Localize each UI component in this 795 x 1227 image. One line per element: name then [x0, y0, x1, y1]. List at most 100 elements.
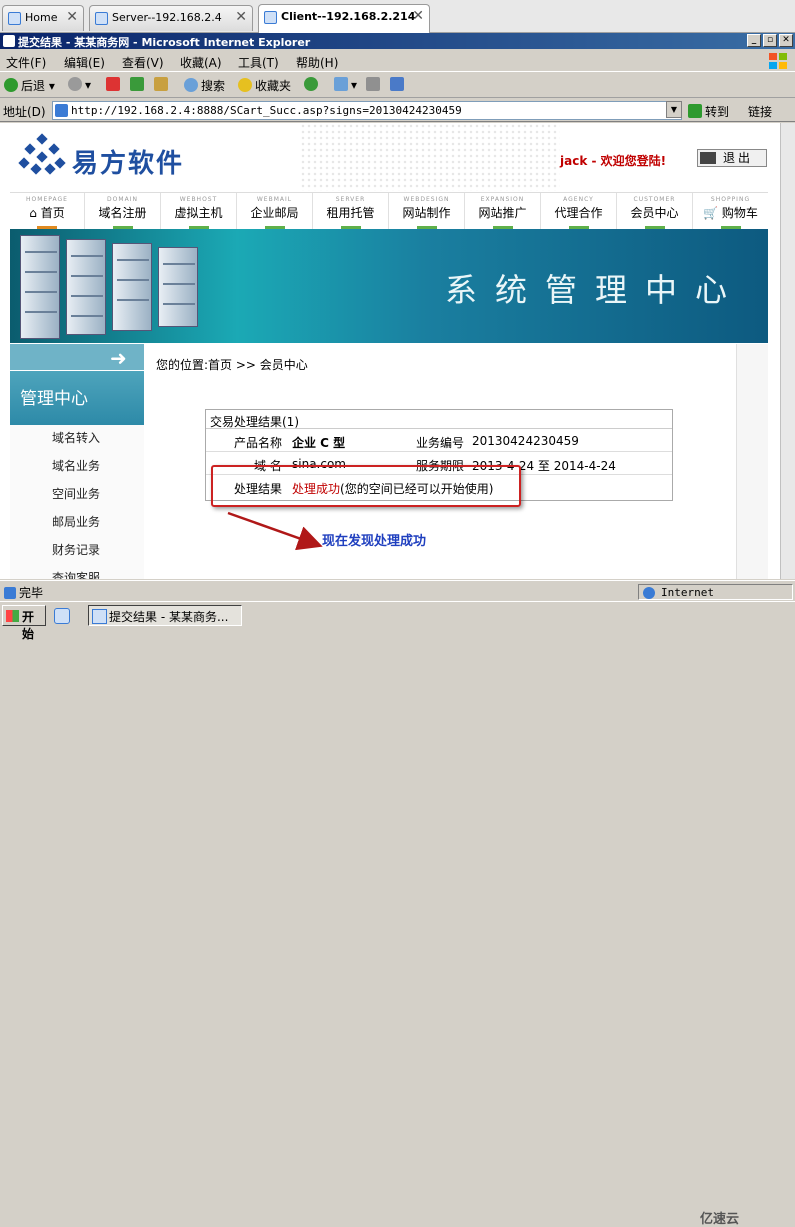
annotation-arrow-icon: [227, 511, 323, 551]
maximize-button[interactable]: ▫: [763, 34, 777, 47]
nav-label: 租用托管: [326, 206, 375, 220]
close-icon[interactable]: ✕: [66, 9, 78, 25]
annotation-text: 现在发现处理成功: [322, 534, 427, 549]
site-logo-icon: [18, 133, 66, 175]
tab-label: Client--192.168.2.214: [281, 10, 416, 23]
window-title: 提交结果 - 某某商务网 - Microsoft Internet Explor…: [18, 36, 311, 49]
tab-label: Home: [25, 11, 58, 24]
tab-label: Server--192.168.2.4: [112, 11, 222, 24]
order-value: 20130424230459: [472, 434, 579, 448]
back-button[interactable]: 后退 ▾: [4, 77, 55, 94]
search-button[interactable]: 搜索: [184, 77, 225, 94]
nav-item-webhost[interactable]: WEBHOST 虚拟主机: [161, 193, 237, 229]
nav-item-shopping[interactable]: SHOPPING 🛒 购物车: [693, 193, 768, 229]
nav-en-label: WEBDESIGN: [403, 196, 450, 203]
page-icon: [264, 11, 277, 24]
nav-item-customer[interactable]: CUSTOMER 会员中心: [617, 193, 693, 229]
forward-button[interactable]: ▾: [68, 77, 91, 92]
mail-button[interactable]: ▾: [334, 77, 357, 92]
menu-view[interactable]: 查看(V): [122, 54, 164, 71]
search-icon: [184, 78, 198, 92]
page-viewport: 易方软件 jack - 欢迎您登陆! 退出 HOMEPAGE ⌂ 首页 DOMAI…: [0, 123, 780, 579]
sidebar: ➜ 管理中心 域名转入 域名业务 空间业务 邮局业务 财务记录 查询客服: [10, 344, 144, 579]
sidebar-item-domain-transfer[interactable]: 域名转入: [52, 429, 100, 446]
nav-en-label: AGENCY: [563, 196, 594, 203]
address-dropdown-icon[interactable]: ▼: [666, 101, 682, 118]
highlight-box: [211, 465, 521, 507]
favorites-button[interactable]: 收藏夹: [238, 77, 291, 94]
go-button[interactable]: 转到: [688, 103, 729, 120]
edit-icon: [390, 77, 404, 91]
nav-label: 虚拟主机: [174, 206, 223, 220]
home-button[interactable]: [154, 77, 171, 92]
close-window-button[interactable]: ✕: [779, 34, 793, 47]
search-label: 搜索: [201, 79, 226, 93]
go-label: 转到: [705, 105, 730, 119]
sidebar-item-mail-business[interactable]: 邮局业务: [52, 513, 100, 530]
site-header: 易方软件 jack - 欢迎您登陆! 退出: [0, 123, 780, 191]
nav-label: 会员中心: [630, 206, 679, 220]
menu-help[interactable]: 帮助(H): [296, 54, 338, 71]
status-bar: 完毕 Internet: [0, 580, 795, 600]
banner-title: 系统管理中心: [445, 271, 746, 309]
nav-label: 购物车: [721, 206, 758, 220]
status-text: 完毕: [4, 584, 43, 601]
menu-edit[interactable]: 编辑(E): [64, 54, 105, 71]
minimize-button[interactable]: _: [747, 34, 761, 47]
sidebar-title: 管理中心: [10, 371, 144, 425]
order-label: 业务编号: [416, 436, 465, 450]
back-arrow-icon: [4, 78, 18, 92]
tab-client[interactable]: Client--192.168.2.214 ✕: [258, 4, 430, 33]
forward-arrow-icon: [68, 77, 82, 91]
sidebar-item-finance-records[interactable]: 财务记录: [52, 541, 100, 558]
menu-tools[interactable]: 工具(T): [238, 54, 279, 71]
refresh-icon: [130, 77, 144, 91]
menu-favorites[interactable]: 收藏(A): [180, 54, 222, 71]
ie-quicklaunch-icon[interactable]: [54, 608, 70, 624]
nav-en-label: SERVER: [335, 196, 366, 203]
nav-item-agency[interactable]: AGENCY 代理合作: [541, 193, 617, 229]
decorative-dots: [300, 123, 560, 191]
logout-button[interactable]: 退出: [697, 149, 767, 167]
welcome-message: jack - 欢迎您登陆!: [560, 154, 667, 168]
sidebar-item-space-business[interactable]: 空间业务: [52, 485, 100, 502]
vertical-scrollbar[interactable]: [780, 123, 795, 579]
site-nav: HOMEPAGE ⌂ 首页 DOMAIN 域名注册 WEBHOST 虚拟主机 WEBM…: [10, 192, 768, 229]
nav-en-label: EXPANSION: [480, 196, 525, 203]
taskbar-window-button[interactable]: 提交结果 - 某某商务...: [88, 605, 242, 626]
browser-tab-bar: Home ✕ Server--192.168.2.4 ✕ Client--192…: [0, 0, 795, 33]
start-button[interactable]: 开始: [2, 605, 46, 641]
page-icon: [55, 104, 68, 117]
breadcrumb: 您的位置:首页 >> 会员中心: [156, 358, 308, 372]
nav-label: 企业邮局: [250, 206, 299, 220]
stop-button[interactable]: [106, 77, 123, 92]
nav-en-label: WEBMAIL: [256, 196, 293, 203]
tab-server[interactable]: Server--192.168.2.4 ✕: [89, 5, 253, 31]
product-value: 企业 C 型: [292, 436, 346, 450]
nav-cn-label: 🛒 购物车: [693, 204, 768, 221]
address-input[interactable]: http://192.168.2.4:8888/SCart_Succ.asp?s…: [52, 101, 682, 120]
print-button[interactable]: [366, 77, 383, 92]
nav-item-domain[interactable]: DOMAIN 域名注册: [85, 193, 161, 229]
nav-item-server[interactable]: SERVER 租用托管: [313, 193, 389, 229]
close-icon[interactable]: ✕: [235, 9, 247, 25]
sidebar-item-customer-service[interactable]: 查询客服: [52, 569, 100, 579]
close-icon[interactable]: ✕: [412, 8, 424, 24]
tab-home[interactable]: Home ✕: [2, 5, 84, 31]
history-button[interactable]: [304, 77, 321, 92]
edit-button[interactable]: [390, 77, 407, 92]
banner: 系统管理中心: [10, 229, 768, 343]
page-icon: [8, 12, 21, 25]
nav-item-webdesign[interactable]: WEBDESIGN 网站制作: [389, 193, 465, 229]
nav-item-webmail[interactable]: WEBMAIL 企业邮局: [237, 193, 313, 229]
refresh-button[interactable]: [130, 77, 147, 92]
server-rack-graphic: [66, 239, 106, 335]
menu-file[interactable]: 文件(F): [6, 54, 46, 71]
sidebar-item-domain-business[interactable]: 域名业务: [52, 457, 100, 474]
nav-label: 网站制作: [402, 206, 451, 220]
back-label: 后退: [21, 79, 46, 93]
nav-item-home[interactable]: HOMEPAGE ⌂ 首页: [10, 193, 85, 229]
links-button[interactable]: 链接: [748, 103, 772, 120]
nav-item-expansion[interactable]: EXPANSION 网站推广: [465, 193, 541, 229]
arrow-right-icon: ➜: [110, 346, 127, 370]
